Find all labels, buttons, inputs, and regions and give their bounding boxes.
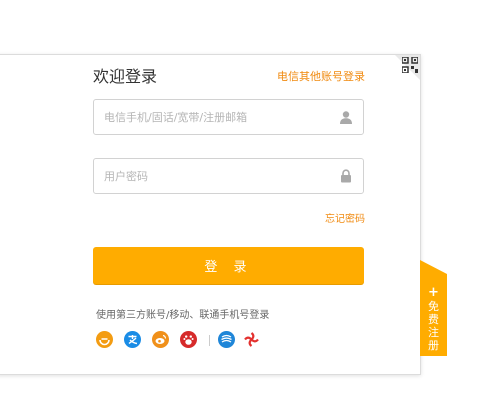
page-title: 欢迎登录 [93, 67, 158, 86]
plus-icon: + [428, 285, 439, 300]
account-input[interactable] [104, 100, 324, 134]
qr-code-toggle[interactable] [395, 55, 420, 80]
alipay-icon[interactable] [124, 331, 141, 348]
weibo-icon[interactable] [152, 331, 169, 348]
register-label: 免费注册 [428, 300, 439, 352]
account-field[interactable] [93, 99, 364, 135]
china-mobile-icon[interactable] [218, 331, 235, 348]
third-party-label: 使用第三方账号/移动、联通手机号登录 [96, 310, 270, 321]
password-field[interactable] [93, 158, 364, 194]
alt-login-link[interactable]: 电信其他账号登录 [277, 70, 365, 84]
china-unicom-icon[interactable] [243, 331, 260, 348]
baidu-icon[interactable] [180, 331, 197, 348]
lock-icon [341, 169, 351, 183]
free-register-tab[interactable]: + 免费注册 [420, 260, 447, 356]
tianyi-icon[interactable] [96, 331, 113, 348]
separator [209, 335, 210, 346]
qr-code-icon [402, 57, 418, 73]
password-input[interactable] [104, 159, 324, 193]
user-icon [340, 111, 352, 124]
login-button[interactable]: 登 录 [93, 247, 364, 284]
forgot-password-link[interactable]: 忘记密码 [325, 210, 365, 225]
